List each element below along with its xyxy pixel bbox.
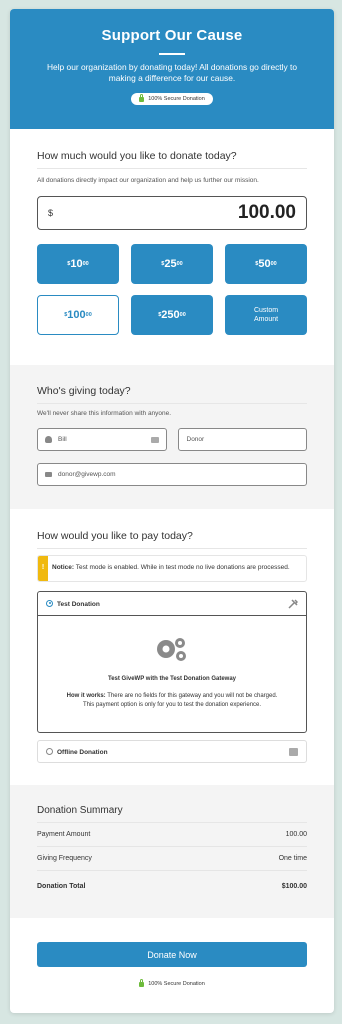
- gateway-details: Test GiveWP with the Test Donation Gatew…: [38, 615, 306, 732]
- tools-icon: [288, 598, 298, 609]
- secure-badge-label: 100% Secure Donation: [148, 96, 205, 102]
- form-description: Help our organization by donating today!…: [46, 62, 297, 83]
- gateway-option[interactable]: Offline Donation: [46, 747, 108, 756]
- how-it-works-label: How it works:: [66, 693, 106, 699]
- summary-value: 100.00: [285, 831, 307, 838]
- notice-message: Test mode is enabled. While in test mode…: [75, 564, 290, 572]
- form-header: Support Our Cause Help our organization …: [10, 9, 334, 129]
- test-mode-notice: ! Notice: Test mode is enabled. While in…: [37, 555, 307, 582]
- how-it-works-text: There are no fields for this gateway and…: [82, 693, 278, 708]
- custom-amount-button[interactable]: Custom Amount: [225, 295, 307, 335]
- last-name-field[interactable]: Donor: [177, 428, 307, 451]
- divider: [37, 168, 307, 169]
- first-name-value: Bill: [58, 436, 67, 443]
- summary-label: Payment Amount: [37, 831, 91, 838]
- payment-section: How would you like to pay today? ! Notic…: [10, 509, 334, 785]
- summary-value: One time: [278, 855, 307, 862]
- level-button-50[interactable]: $50 00: [225, 244, 307, 284]
- level-amount: 250: [161, 309, 180, 321]
- donation-form: Support Our Cause Help our organization …: [10, 9, 334, 1013]
- secure-badge: 100% Secure Donation: [131, 93, 213, 105]
- summary-total-row: Donation Total $100.00: [37, 871, 307, 901]
- summary-row: Payment Amount 100.00: [37, 823, 307, 847]
- payment-heading: How would you like to pay today?: [37, 530, 193, 542]
- donor-section: Who's giving today? We'll never share th…: [10, 365, 334, 509]
- amount-description: All donations directly impact our organi…: [37, 177, 259, 184]
- level-cents: 00: [270, 261, 277, 267]
- info-icon: !: [38, 556, 48, 581]
- lock-icon: [139, 93, 145, 102]
- gateway-offline-donation[interactable]: Offline Donation: [37, 740, 307, 763]
- level-cents: 00: [82, 261, 89, 267]
- amount-input[interactable]: $ 100.00: [37, 196, 307, 230]
- amount-section: How much would you like to donate today?…: [10, 129, 334, 365]
- title-divider: [159, 53, 185, 55]
- notice-text: Notice: Test mode is enabled. While in t…: [52, 564, 294, 573]
- level-button-10[interactable]: $10 00: [37, 244, 119, 284]
- level-amount: 50: [258, 258, 271, 270]
- amount-heading: How much would you like to donate today?: [37, 150, 237, 162]
- radio-selected-icon[interactable]: [46, 599, 53, 607]
- summary-total-label: Donation Total: [37, 882, 86, 890]
- level-button-250[interactable]: $250 00: [131, 295, 213, 335]
- notice-label: Notice:: [52, 564, 75, 572]
- summary-label: Giving Frequency: [37, 855, 92, 862]
- gateway-title: Test GiveWP with the Test Donation Gatew…: [107, 676, 237, 682]
- gateway-label: Test Donation: [57, 600, 100, 608]
- amount-value: 100.00: [237, 202, 296, 223]
- currency-symbol: $: [48, 208, 54, 218]
- level-amount: 100: [67, 309, 86, 321]
- contact-card-icon: [150, 436, 159, 443]
- form-title: Support Our Cause: [101, 27, 243, 44]
- email-value: donor@givewp.com: [58, 471, 116, 478]
- first-name-field[interactable]: Bill: [37, 428, 167, 451]
- gateway-test-donation[interactable]: Test Donation Test GiveWP with the Test …: [37, 591, 307, 733]
- gateway-label: Offline Donation: [57, 748, 108, 756]
- summary-total-value: $100.00: [281, 882, 307, 890]
- summary-row: Giving Frequency One time: [37, 847, 307, 871]
- level-cents: 00: [179, 312, 186, 318]
- custom-amount-label: Custom Amount: [253, 307, 279, 323]
- lock-icon: [139, 978, 145, 987]
- radio-unselected-icon[interactable]: [46, 747, 53, 755]
- envelope-icon: [45, 472, 52, 477]
- donor-heading: Who's giving today?: [37, 385, 131, 397]
- secure-footer: 100% Secure Donation: [37, 978, 307, 987]
- divider: [37, 403, 307, 404]
- secure-footer-text: 100% Secure Donation: [148, 981, 205, 987]
- name-row: Bill Donor: [37, 428, 307, 451]
- donate-now-button[interactable]: Donate Now: [37, 942, 307, 967]
- bank-icon: [289, 747, 298, 756]
- last-name-value: Donor: [186, 436, 205, 443]
- level-cents: 00: [85, 312, 92, 318]
- email-field[interactable]: donor@givewp.com: [37, 463, 307, 486]
- gears-icon: [157, 638, 186, 661]
- level-amount: 10: [70, 258, 83, 270]
- summary-heading: Donation Summary: [37, 805, 123, 816]
- donor-description: We'll never share this information with …: [37, 410, 172, 417]
- level-amount: 25: [164, 258, 177, 270]
- level-button-100[interactable]: $100 00: [37, 295, 119, 335]
- gateway-option[interactable]: Test Donation: [46, 599, 100, 608]
- divider: [37, 548, 307, 549]
- amount-levels: $10 00 $25 00 $50 00 $100 00 $250 00 Custom A…: [37, 244, 307, 335]
- summary-section: Donation Summary Payment Amount 100.00 G…: [10, 785, 334, 918]
- user-icon: [45, 436, 52, 443]
- gateway-header[interactable]: Test Donation: [38, 592, 306, 615]
- gateway-description: How it works: There are no fields for th…: [38, 692, 306, 709]
- level-button-25[interactable]: $25 00: [131, 244, 213, 284]
- level-cents: 00: [176, 261, 183, 267]
- submit-section: Donate Now 100% Secure Donation: [10, 918, 334, 987]
